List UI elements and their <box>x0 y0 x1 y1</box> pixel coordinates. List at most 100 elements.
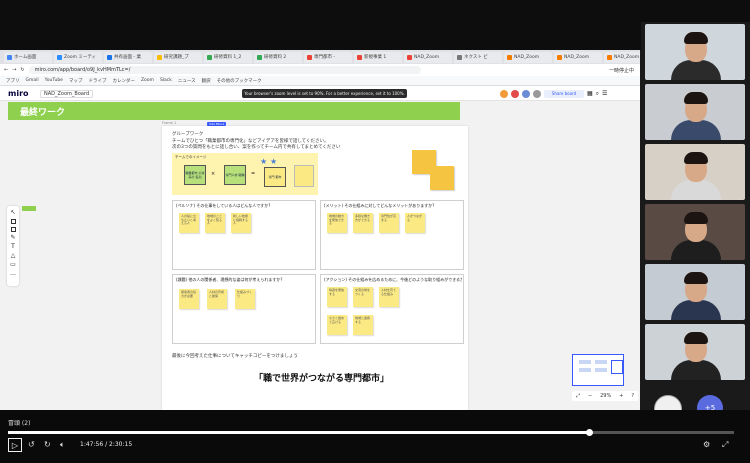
sticky-note[interactable]: 仕組みづくり <box>235 289 255 309</box>
diagram-sticky[interactable]: 専門 都市 <box>264 167 286 187</box>
arrow-icon: × <box>211 171 216 177</box>
browser-tab[interactable]: 共有画面 - 業 <box>104 51 152 63</box>
browser-tab[interactable]: 専門都市 - <box>304 51 352 63</box>
search-icon[interactable]: ⌕ <box>596 90 599 98</box>
browser-tab[interactable]: ネクスト ビ <box>454 51 502 63</box>
select-tool-icon[interactable]: ↖ <box>10 210 15 216</box>
sticky-note[interactable]: 人材の育成と確保 <box>207 289 227 309</box>
comment-tool-icon[interactable]: ▭ <box>10 262 16 268</box>
merit-quadrant[interactable]: (メリット) その仕組みに対してどんなメリットがありますか? 地域の魅力を発信で… <box>320 200 464 270</box>
sticky-note[interactable]: 地域のことをよく知る人 <box>205 213 225 233</box>
sticky-note[interactable]: 専門性が高まる <box>379 213 399 233</box>
miro-board[interactable]: miro NAD_Zoom_Board Your browser's zoom … <box>0 86 640 410</box>
chapter-label[interactable]: 冒頭 (2) <box>8 418 30 427</box>
sticky-note[interactable]: 人がつながる <box>405 213 425 233</box>
bookmark-item[interactable]: YouTube <box>45 78 63 83</box>
orange-sticky-note[interactable] <box>430 166 454 190</box>
participant-body <box>671 180 721 200</box>
sticky-note[interactable]: 小さく始めて広げる <box>327 315 347 335</box>
concept-diagram[interactable]: チームでのイメージ 職業都市 の将来の 役割 × 専門人材 職種 = ★ ★ 専… <box>172 153 318 195</box>
bookmark-item[interactable]: Zoom <box>141 78 154 83</box>
browser-address-bar: ← → ↻ miro.com/app/board/o9J_kvHMmTLc=/ … <box>0 64 640 76</box>
text-tool-icon[interactable]: T <box>11 244 15 250</box>
bookmark-item[interactable]: Slack <box>160 78 172 83</box>
share-button[interactable]: Share board <box>544 89 584 98</box>
pen-tool-icon[interactable]: ✎ <box>10 235 15 241</box>
minimap[interactable] <box>572 354 624 386</box>
help-icon[interactable]: ? <box>631 393 634 399</box>
diagram-note[interactable] <box>294 165 314 187</box>
sticky-note[interactable]: 人材を育てる仕組み <box>379 287 399 307</box>
sticky-note[interactable]: 交流の場をつくる <box>353 287 373 307</box>
collaborator-avatar[interactable] <box>522 89 530 98</box>
bookmark-item[interactable]: 翻訳 <box>202 78 211 84</box>
browser-tab[interactable]: NAD_Zoom <box>404 51 452 63</box>
forward-icon[interactable]: → <box>12 67 16 73</box>
reload-icon[interactable]: ↻ <box>20 67 24 73</box>
menu-icon[interactable]: ☰ <box>602 90 607 97</box>
minimap-viewport[interactable] <box>611 360 623 374</box>
seek-handle[interactable] <box>585 429 593 436</box>
browser-tab[interactable]: 研究課題_プ <box>154 51 202 63</box>
back-icon[interactable]: ← <box>4 67 8 73</box>
participant-video-tile[interactable] <box>645 144 745 200</box>
bookmark-item[interactable]: その他のブックマーク <box>217 78 262 84</box>
sticky-note[interactable]: 新しい技術に挑戦する人 <box>231 213 251 233</box>
bookmark-item[interactable]: マップ <box>69 78 83 84</box>
zoom-level[interactable]: 29% <box>600 393 611 399</box>
board-name[interactable]: NAD_Zoom_Board <box>40 90 94 98</box>
diagram-sticky[interactable]: 専門人材 職種 <box>224 165 246 185</box>
sticky-note[interactable]: 地域と連携する <box>353 315 373 335</box>
browser-tab[interactable]: NAD_Zoom <box>604 51 640 63</box>
rewind-icon[interactable]: ↺ <box>28 440 35 449</box>
participant-video-tile[interactable] <box>645 84 745 140</box>
sticky-tool-icon[interactable] <box>10 227 16 232</box>
sticky-note[interactable]: 人の役に立ちたいと考える人 <box>179 213 199 233</box>
shape-tool-icon[interactable]: △ <box>11 253 16 259</box>
favicon-icon <box>557 54 562 60</box>
participant-video-tile[interactable] <box>645 324 745 380</box>
bookmark-item[interactable]: アプリ <box>6 78 20 84</box>
collaborator-avatar[interactable] <box>511 89 519 98</box>
settings-icon[interactable]: ⚙ <box>703 440 710 449</box>
browser-tab[interactable]: 研修資料 1_2 <box>204 51 252 63</box>
browser-tab[interactable]: Zoom ミーティ <box>54 51 102 63</box>
sticky-note[interactable]: 関係者の協力が必要 <box>179 289 199 309</box>
bookmark-item[interactable]: ニュース <box>178 78 196 84</box>
issue-quadrant[interactable]: (課題) 他の人の関係者、理想的な姿は何が考えられますか? 関係者の協力が必要 … <box>172 274 316 344</box>
fit-icon[interactable]: ⤢ <box>576 393 580 399</box>
url-field[interactable]: miro.com/app/board/o9J_kvHMmTLc=/ <box>28 66 421 74</box>
sticky-note[interactable]: 多様な働き方ができる <box>353 213 373 233</box>
diagram-sticky[interactable]: 職業都市 の将来の 役割 <box>184 165 206 185</box>
participant-hair <box>684 272 708 284</box>
zoom-out-button[interactable]: − <box>588 393 592 399</box>
zoom-in-button[interactable]: + <box>619 393 623 399</box>
bookmark-item[interactable]: ドライブ <box>88 78 106 84</box>
participant-body <box>671 240 721 260</box>
bookmark-item[interactable]: Gmail <box>26 78 39 83</box>
browser-tab[interactable]: NAD_Zoom <box>554 51 602 63</box>
volume-icon[interactable]: 🔈︎ <box>60 440 65 450</box>
sticky-note[interactable]: 地域の魅力を発信できる <box>327 213 347 233</box>
browser-tab[interactable]: NAD_Zoom <box>504 51 552 63</box>
participant-video-tile[interactable] <box>645 264 745 320</box>
more-tools-icon[interactable]: … <box>10 271 16 277</box>
action-quadrant[interactable]: (アクション) その仕組みを広めるために、今後どのような取り組みができるか? 情… <box>320 274 464 344</box>
tab-label: NAD_Zoom <box>414 54 440 60</box>
participant-video-tile[interactable] <box>645 204 745 260</box>
fullscreen-icon[interactable]: ⤢ <box>722 440 728 450</box>
grid-icon[interactable]: ▦ <box>587 90 593 97</box>
browser-tab[interactable]: 新規事業 1 <box>354 51 402 63</box>
participant-video-tile[interactable] <box>645 24 745 80</box>
forward-icon[interactable]: ↻ <box>44 440 51 449</box>
collaborator-avatar[interactable] <box>533 89 541 98</box>
browser-tab[interactable]: ホーム画面 <box>4 51 52 63</box>
browser-menu-label[interactable]: 一時停止中 <box>609 67 634 74</box>
play-button[interactable]: ▷ <box>8 438 22 452</box>
sticky-note[interactable]: 情報を発信する <box>327 287 347 307</box>
frame-tool-icon[interactable] <box>10 219 16 224</box>
browser-tab[interactable]: 研修資料 2 <box>254 51 302 63</box>
bookmark-item[interactable]: カレンダー <box>112 78 135 84</box>
persona-quadrant[interactable]: (ペルソナ) その仕事をしている人はどんな人ですか? 人の役に立ちたいと考える人… <box>172 200 316 270</box>
collaborator-avatar[interactable] <box>500 89 508 98</box>
